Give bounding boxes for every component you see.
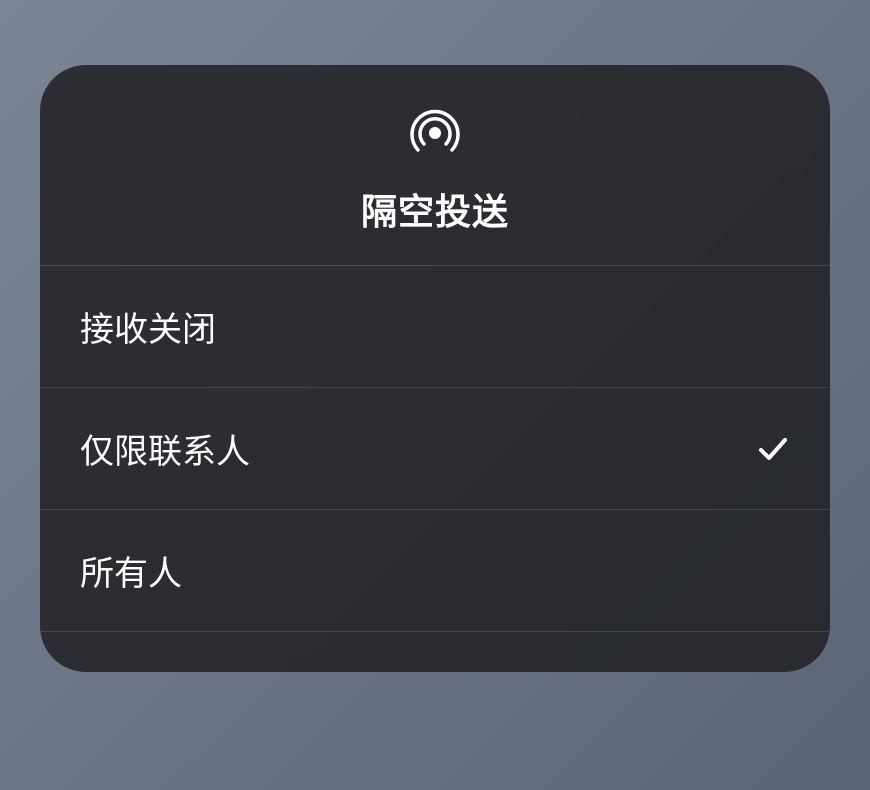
option-label: 仅限联系人 (80, 424, 250, 473)
airdrop-settings-panel: 隔空投送 接收关闭 仅限联系人 所有人 (40, 65, 830, 672)
checkmark-icon (756, 432, 790, 466)
options-list: 接收关闭 仅限联系人 所有人 (40, 266, 830, 632)
panel-header: 隔空投送 (40, 65, 830, 266)
option-everyone[interactable]: 所有人 (40, 510, 830, 632)
option-contacts-only[interactable]: 仅限联系人 (40, 388, 830, 510)
option-label: 所有人 (80, 546, 182, 595)
option-label: 接收关闭 (80, 302, 216, 351)
option-receiving-off[interactable]: 接收关闭 (40, 266, 830, 388)
bottom-spacer (40, 632, 830, 672)
airdrop-icon (407, 105, 463, 161)
panel-title: 隔空投送 (361, 183, 509, 235)
